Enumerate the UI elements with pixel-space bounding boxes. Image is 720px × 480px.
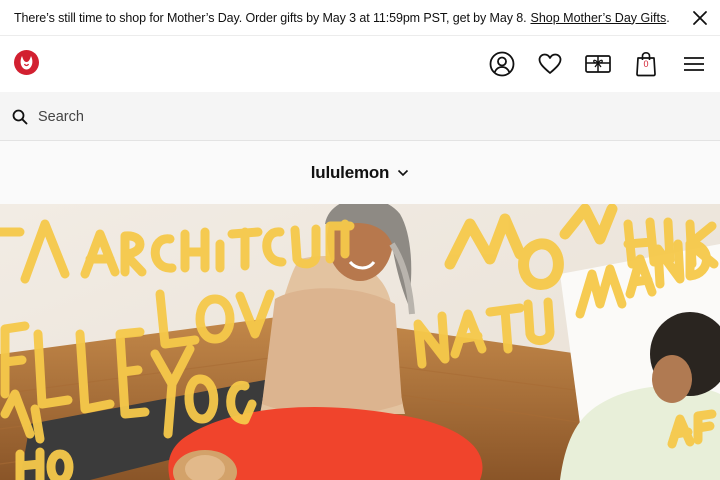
search-bar bbox=[0, 92, 720, 141]
promo-banner: There’s still time to shop for Mother’s … bbox=[0, 0, 720, 36]
menu-icon[interactable] bbox=[680, 50, 708, 78]
shop-mothers-day-link[interactable]: Shop Mother’s Day Gifts bbox=[530, 11, 666, 25]
search-icon[interactable] bbox=[12, 109, 28, 125]
brand-selector-bar: lululemon bbox=[0, 141, 720, 204]
brand-label: lululemon bbox=[310, 162, 390, 182]
close-icon[interactable] bbox=[690, 8, 710, 28]
hero-image[interactable] bbox=[0, 204, 720, 480]
account-icon[interactable] bbox=[488, 50, 516, 78]
promo-text: There’s still time to shop for Mother’s … bbox=[14, 10, 527, 25]
chevron-down-icon bbox=[398, 169, 409, 176]
promo-trailing: . bbox=[666, 10, 670, 25]
hero-illustration bbox=[0, 204, 720, 480]
lululemon-logo-icon[interactable] bbox=[14, 50, 39, 75]
brand-selector[interactable]: lululemon bbox=[311, 163, 409, 183]
shopping-bag-icon[interactable]: 0 bbox=[632, 50, 660, 78]
site-header: 0 bbox=[0, 36, 720, 92]
gift-card-icon[interactable] bbox=[584, 50, 612, 78]
bag-count-badge: 0 bbox=[643, 59, 649, 69]
wishlist-heart-icon[interactable] bbox=[536, 50, 564, 78]
search-input[interactable] bbox=[38, 104, 698, 130]
